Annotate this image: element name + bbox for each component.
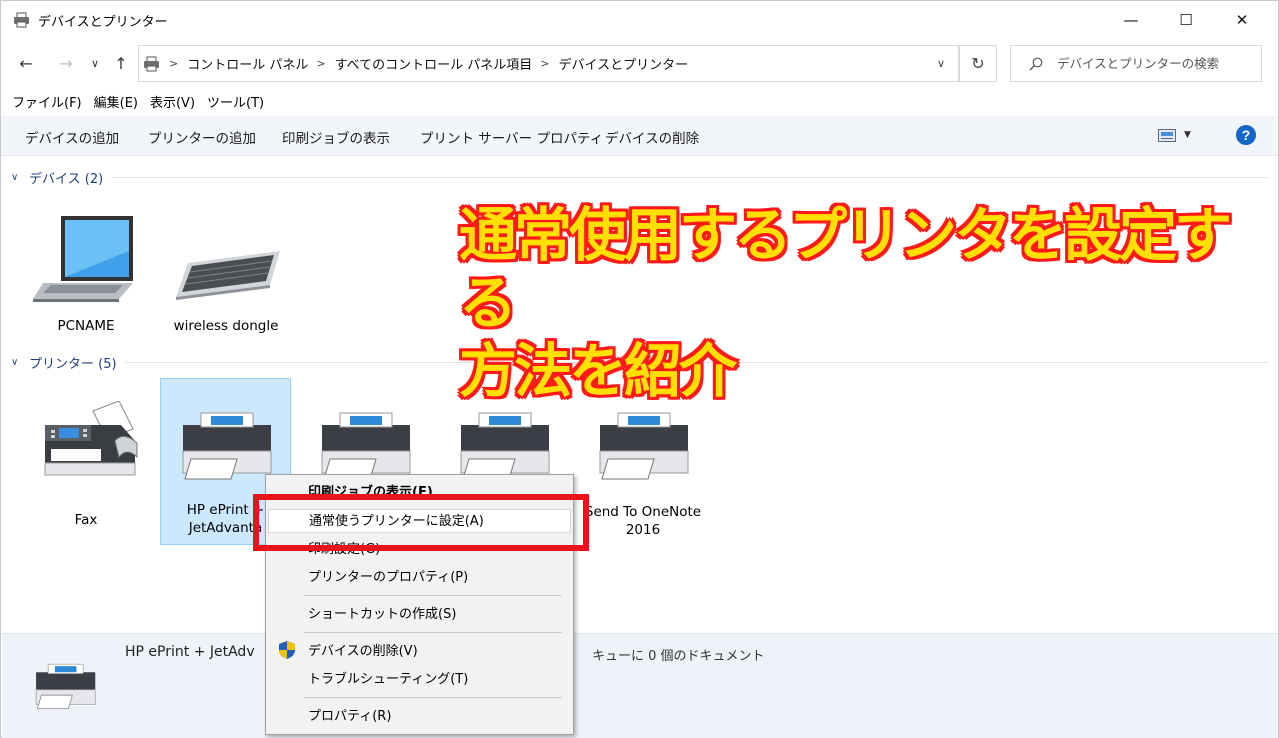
device-pcname[interactable]: PCNAME: [21, 211, 151, 335]
printer-icon: [35, 663, 96, 709]
breadcrumb-separator[interactable]: >: [540, 57, 549, 70]
details-status: キューに 0 個のドキュメント: [592, 649, 765, 664]
remove-device-button[interactable]: デバイスの削除: [605, 127, 699, 147]
address-bar[interactable]: > コントロール パネル > すべてのコントロール パネル項目 > デバイスとプ…: [138, 45, 959, 82]
refresh-icon[interactable]: ↻: [959, 45, 997, 82]
maximize-button[interactable]: ☐: [1163, 1, 1209, 39]
help-icon[interactable]: ?: [1236, 125, 1256, 145]
view-icon: [1158, 128, 1176, 142]
up-arrow-icon[interactable]: ↑: [108, 51, 134, 75]
change-view-button[interactable]: ▼: [1158, 124, 1202, 146]
back-arrow-icon[interactable]: ←: [13, 51, 39, 75]
printer-icon: [599, 412, 689, 480]
promo-line2: 方法を紹介: [459, 337, 737, 405]
view-dropdown-caret-icon[interactable]: ▼: [1184, 130, 1191, 140]
breadcrumb-devices-printers[interactable]: デバイスとプリンター: [559, 54, 689, 73]
see-print-jobs-button[interactable]: 印刷ジョブの表示: [282, 127, 390, 147]
device-label: wireless dongle: [173, 318, 279, 334]
menu-view[interactable]: 表示(V): [144, 93, 201, 115]
keyboard-icon: [176, 251, 280, 300]
promo-line1: 通常使用するプリンタを設定する: [459, 201, 1232, 337]
forward-arrow-icon[interactable]: →: [53, 51, 79, 75]
menu-create-shortcut[interactable]: ショートカットの作成(S): [266, 603, 573, 627]
printer-icon: [321, 412, 411, 480]
add-printer-button[interactable]: プリンターの追加: [148, 127, 256, 147]
device-label: PCNAME: [57, 318, 115, 334]
menu-file[interactable]: ファイル(F): [1, 93, 88, 115]
search-icon: [1029, 57, 1043, 70]
search-box[interactable]: [1010, 45, 1262, 82]
window-title: デバイスとプリンター: [38, 15, 168, 30]
details-pane: HP ePrint + JetAdv : キューに 0 個のドキュメント: [2, 633, 1278, 738]
menu-separator: [304, 595, 562, 596]
menu-edit[interactable]: 編集(E): [88, 93, 144, 115]
printer-location-icon: [144, 56, 159, 71]
devices-and-printers-window: デバイスとプリンター — ☐ ✕ ← → ∨ ↑ > コントロール パネル > …: [0, 0, 1279, 738]
group-divider: [111, 177, 1269, 178]
printer-4[interactable]: [439, 401, 569, 481]
printer-icon: [182, 412, 271, 480]
devices-group-header[interactable]: ∨ デバイス (2): [11, 168, 1269, 187]
breadcrumb-all-items[interactable]: すべてのコントロール パネル項目: [335, 54, 533, 73]
menu-bar: ファイル(F) 編集(E) 表示(V) ツール(T): [1, 93, 270, 115]
breadcrumb-control-panel[interactable]: コントロール パネル: [187, 54, 308, 73]
printer-fax[interactable]: Fax: [21, 401, 151, 529]
menu-tools[interactable]: ツール(T): [201, 93, 270, 115]
highlight-box: [253, 494, 589, 551]
printer-icon: [460, 412, 550, 480]
menu-printer-properties[interactable]: プリンターのプロパティ(P): [266, 566, 573, 590]
laptop-icon: [33, 216, 133, 302]
title-bar: デバイスとプリンター — ☐ ✕: [1, 1, 1278, 39]
printer-label: Fax: [74, 512, 98, 528]
search-input[interactable]: [1057, 56, 1257, 71]
printer-onenote[interactable]: Send To OneNote 2016: [578, 401, 708, 539]
menu-remove-device[interactable]: デバイスの削除(V): [266, 640, 573, 664]
close-button[interactable]: ✕: [1219, 1, 1265, 39]
collapse-chevron-icon[interactable]: ∨: [11, 357, 25, 368]
address-dropdown-chevron-icon[interactable]: ∨: [923, 45, 959, 82]
devices-group-title: デバイス (2): [29, 172, 104, 187]
details-device-name: HP ePrint + JetAdv: [125, 644, 255, 660]
menu-properties[interactable]: プロパティ(R): [266, 705, 573, 729]
printer-3[interactable]: [300, 401, 430, 481]
breadcrumb-separator[interactable]: >: [169, 57, 178, 70]
printer-label-line1: Send To OneNote: [584, 504, 702, 520]
menu-separator: [304, 632, 562, 633]
print-server-properties-button[interactable]: プリント サーバー プロパティ: [420, 127, 603, 147]
promo-headline: 通常使用するプリンタを設定する 方法を紹介: [459, 201, 1278, 405]
fax-icon: [44, 401, 138, 476]
printer-label-line2: 2016: [625, 522, 661, 538]
breadcrumb-separator[interactable]: >: [316, 57, 325, 70]
device-wireless-dongle[interactable]: wireless dongle: [161, 211, 291, 335]
menu-separator: [304, 697, 562, 698]
minimize-button[interactable]: —: [1108, 1, 1154, 39]
menu-troubleshoot[interactable]: トラブルシューティング(T): [266, 668, 573, 692]
printer-app-icon: [14, 12, 29, 28]
recent-locations-chevron-icon[interactable]: ∨: [86, 51, 104, 75]
add-device-button[interactable]: デバイスの追加: [25, 127, 119, 147]
printers-group-title: プリンター (5): [29, 357, 117, 372]
collapse-chevron-icon[interactable]: ∨: [11, 172, 25, 183]
